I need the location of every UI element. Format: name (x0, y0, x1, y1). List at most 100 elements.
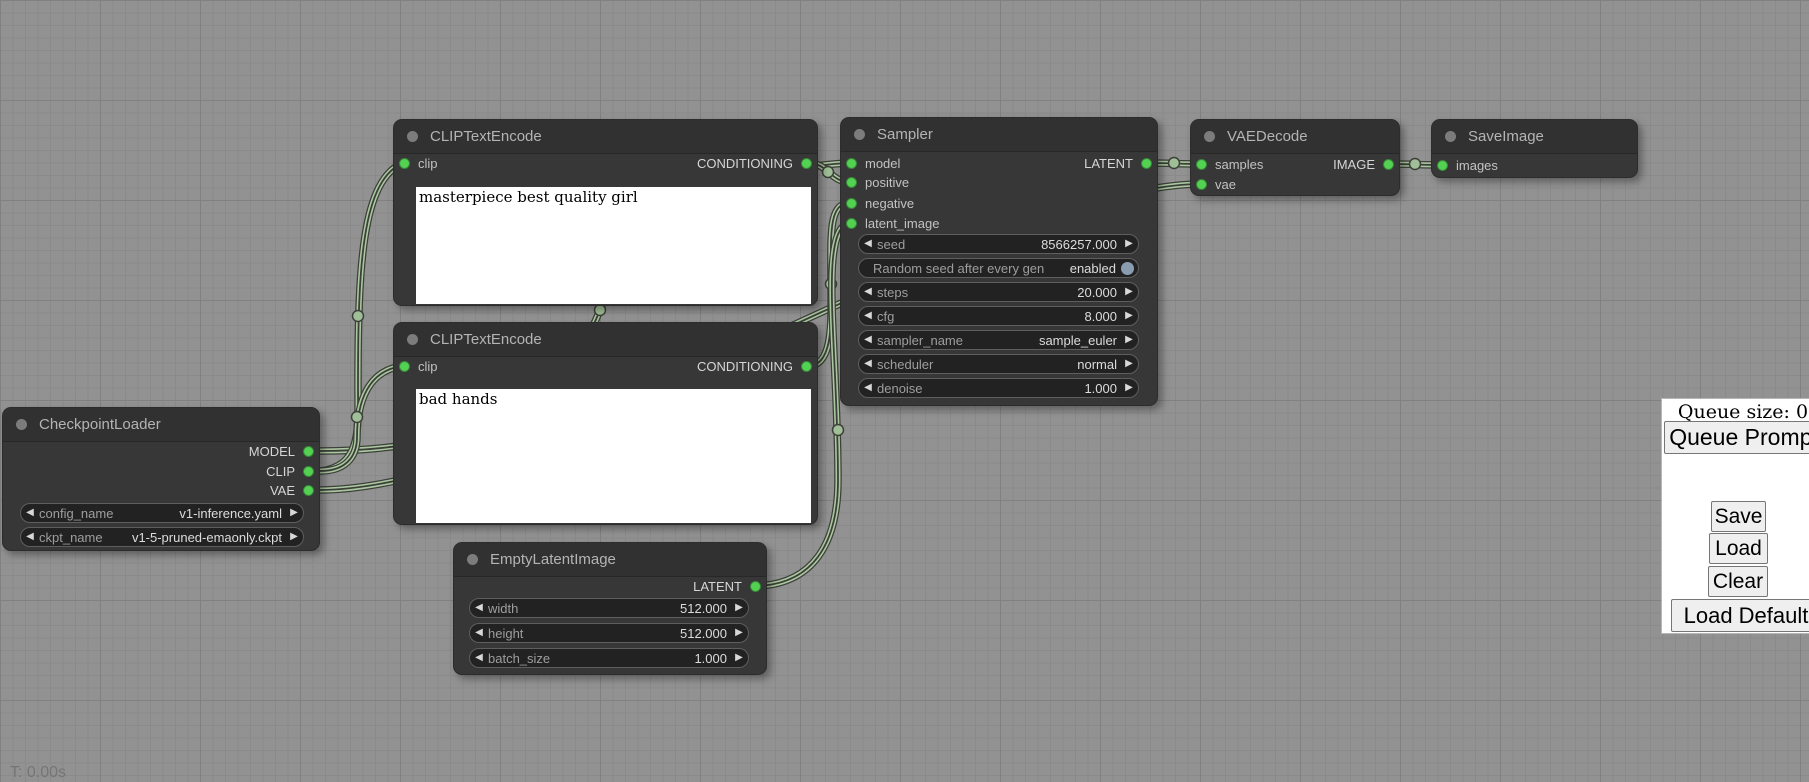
input-port-icon[interactable] (846, 158, 857, 169)
decrement-arrow-icon[interactable]: ◀ (859, 355, 877, 373)
link-midpoint-dot-icon[interactable] (833, 425, 844, 436)
widget-scheduler[interactable]: ◀ scheduler normal ▶ (858, 354, 1139, 374)
input-label: negative (865, 196, 914, 211)
output-latent: LATENT (1084, 155, 1157, 173)
widget-random-seed-toggle[interactable]: Random seed after every gen enabled (858, 258, 1139, 278)
toggle-circle-icon[interactable] (1121, 262, 1134, 275)
widget-cfg[interactable]: ◀ cfg 8.000 ▶ (858, 306, 1139, 326)
increment-arrow-icon[interactable]: ▶ (1120, 331, 1138, 349)
input-port-icon[interactable] (846, 218, 857, 229)
node-clip-text-encode-positive[interactable]: CLIPTextEncode clip CONDITIONING masterp… (393, 119, 818, 306)
increment-arrow-icon[interactable]: ▶ (285, 528, 303, 546)
collapse-dot-icon[interactable] (16, 419, 27, 430)
decrement-arrow-icon[interactable]: ◀ (859, 283, 877, 301)
node-title: CLIPTextEncode (430, 331, 542, 348)
input-clip: clip (394, 358, 438, 376)
output-port-icon[interactable] (1383, 159, 1394, 170)
collapse-dot-icon[interactable] (407, 334, 418, 345)
widget-seed[interactable]: ◀ seed 8566257.000 ▶ (858, 234, 1139, 254)
negative-prompt-textarea[interactable]: bad hands (416, 389, 811, 523)
load-default-button[interactable]: Load Default (1671, 599, 1809, 632)
input-label: positive (865, 175, 909, 190)
increment-arrow-icon[interactable]: ▶ (730, 624, 748, 642)
node-header[interactable]: Sampler (841, 118, 1157, 152)
link-midpoint-dot-icon[interactable] (352, 412, 363, 423)
increment-arrow-icon[interactable]: ▶ (1120, 307, 1138, 325)
decrement-arrow-icon[interactable]: ◀ (859, 235, 877, 253)
output-port-icon[interactable] (303, 446, 314, 457)
decrement-arrow-icon[interactable]: ◀ (470, 624, 488, 642)
decrement-arrow-icon[interactable]: ◀ (470, 649, 488, 667)
output-label: LATENT (1084, 156, 1133, 171)
collapse-dot-icon[interactable] (1445, 131, 1456, 142)
increment-arrow-icon[interactable]: ▶ (1120, 235, 1138, 253)
increment-arrow-icon[interactable]: ▶ (1120, 379, 1138, 397)
collapse-dot-icon[interactable] (407, 131, 418, 142)
save-button[interactable]: Save (1711, 501, 1766, 532)
load-button[interactable]: Load (1709, 533, 1768, 564)
link-midpoint-dot-icon[interactable] (1410, 159, 1421, 170)
link-midpoint-dot-icon[interactable] (823, 167, 834, 178)
collapse-dot-icon[interactable] (854, 129, 865, 140)
node-header[interactable]: EmptyLatentImage (454, 543, 766, 577)
clear-button[interactable]: Clear (1708, 566, 1768, 597)
increment-arrow-icon[interactable]: ▶ (285, 504, 303, 522)
widget-width[interactable]: ◀ width 512.000 ▶ (469, 598, 749, 618)
output-port-icon[interactable] (801, 361, 812, 372)
queue-panel: Queue size: 0 Queue Prompt Save Load Cle… (1661, 398, 1809, 634)
widget-batch-size[interactable]: ◀ batch_size 1.000 ▶ (469, 648, 749, 668)
output-vae: VAE (270, 482, 319, 500)
decrement-arrow-icon[interactable]: ◀ (21, 528, 39, 546)
output-port-icon[interactable] (750, 581, 761, 592)
node-clip-text-encode-negative[interactable]: CLIPTextEncode clip CONDITIONING bad han… (393, 322, 818, 525)
collapse-dot-icon[interactable] (1204, 131, 1215, 142)
link-midpoint-dot-icon[interactable] (595, 305, 606, 316)
increment-arrow-icon[interactable]: ▶ (730, 649, 748, 667)
widget-config-name[interactable]: ◀ config_name v1-inference.yaml ▶ (20, 503, 304, 523)
widget-ckpt-name[interactable]: ◀ ckpt_name v1-5-pruned-emaonly.ckpt ▶ (20, 527, 304, 547)
output-label: IMAGE (1333, 157, 1375, 172)
collapse-dot-icon[interactable] (467, 554, 478, 565)
widget-sampler-name[interactable]: ◀ sampler_name sample_euler ▶ (858, 330, 1139, 350)
output-model: MODEL (249, 443, 319, 461)
input-images: images (1432, 157, 1498, 175)
input-port-icon[interactable] (1196, 179, 1207, 190)
widget-steps[interactable]: ◀ steps 20.000 ▶ (858, 282, 1139, 302)
link-midpoint-dot-icon[interactable] (353, 311, 364, 322)
output-port-icon[interactable] (303, 466, 314, 477)
node-header[interactable]: CLIPTextEncode (394, 120, 817, 154)
positive-prompt-textarea[interactable]: masterpiece best quality girl (416, 187, 811, 304)
decrement-arrow-icon[interactable]: ◀ (859, 379, 877, 397)
increment-arrow-icon[interactable]: ▶ (730, 599, 748, 617)
node-header[interactable]: VAEDecode (1191, 120, 1399, 154)
increment-arrow-icon[interactable]: ▶ (1120, 283, 1138, 301)
node-header[interactable]: SaveImage (1432, 120, 1637, 154)
output-port-icon[interactable] (801, 158, 812, 169)
increment-arrow-icon[interactable]: ▶ (1120, 355, 1138, 373)
node-sampler[interactable]: Sampler model positive negative latent_i… (840, 117, 1158, 406)
node-vae-decode[interactable]: VAEDecode samples vae IMAGE (1190, 119, 1400, 196)
link-midpoint-dot-icon[interactable] (1169, 158, 1180, 169)
widget-denoise[interactable]: ◀ denoise 1.000 ▶ (858, 378, 1139, 398)
input-port-icon[interactable] (1437, 160, 1448, 171)
widget-label: seed (877, 237, 905, 252)
decrement-arrow-icon[interactable]: ◀ (859, 307, 877, 325)
widget-height[interactable]: ◀ height 512.000 ▶ (469, 623, 749, 643)
node-empty-latent-image[interactable]: EmptyLatentImage LATENT ◀ width 512.000 … (453, 542, 767, 675)
node-header[interactable]: CLIPTextEncode (394, 323, 817, 357)
input-port-icon[interactable] (846, 177, 857, 188)
node-save-image[interactable]: SaveImage images (1431, 119, 1638, 178)
input-port-icon[interactable] (846, 198, 857, 209)
decrement-arrow-icon[interactable]: ◀ (470, 599, 488, 617)
queue-prompt-button[interactable]: Queue Prompt (1664, 421, 1809, 454)
output-port-icon[interactable] (303, 485, 314, 496)
node-header[interactable]: CheckpointLoader (3, 408, 319, 442)
decrement-arrow-icon[interactable]: ◀ (21, 504, 39, 522)
input-port-icon[interactable] (399, 158, 410, 169)
graph-canvas[interactable]: { "status": { "timer": "T: 0.00s" }, "co… (0, 0, 1809, 782)
output-port-icon[interactable] (1141, 158, 1152, 169)
decrement-arrow-icon[interactable]: ◀ (859, 331, 877, 349)
node-checkpoint-loader[interactable]: CheckpointLoader MODEL CLIP VAE ◀ config… (2, 407, 320, 551)
input-port-icon[interactable] (399, 361, 410, 372)
input-port-icon[interactable] (1196, 159, 1207, 170)
